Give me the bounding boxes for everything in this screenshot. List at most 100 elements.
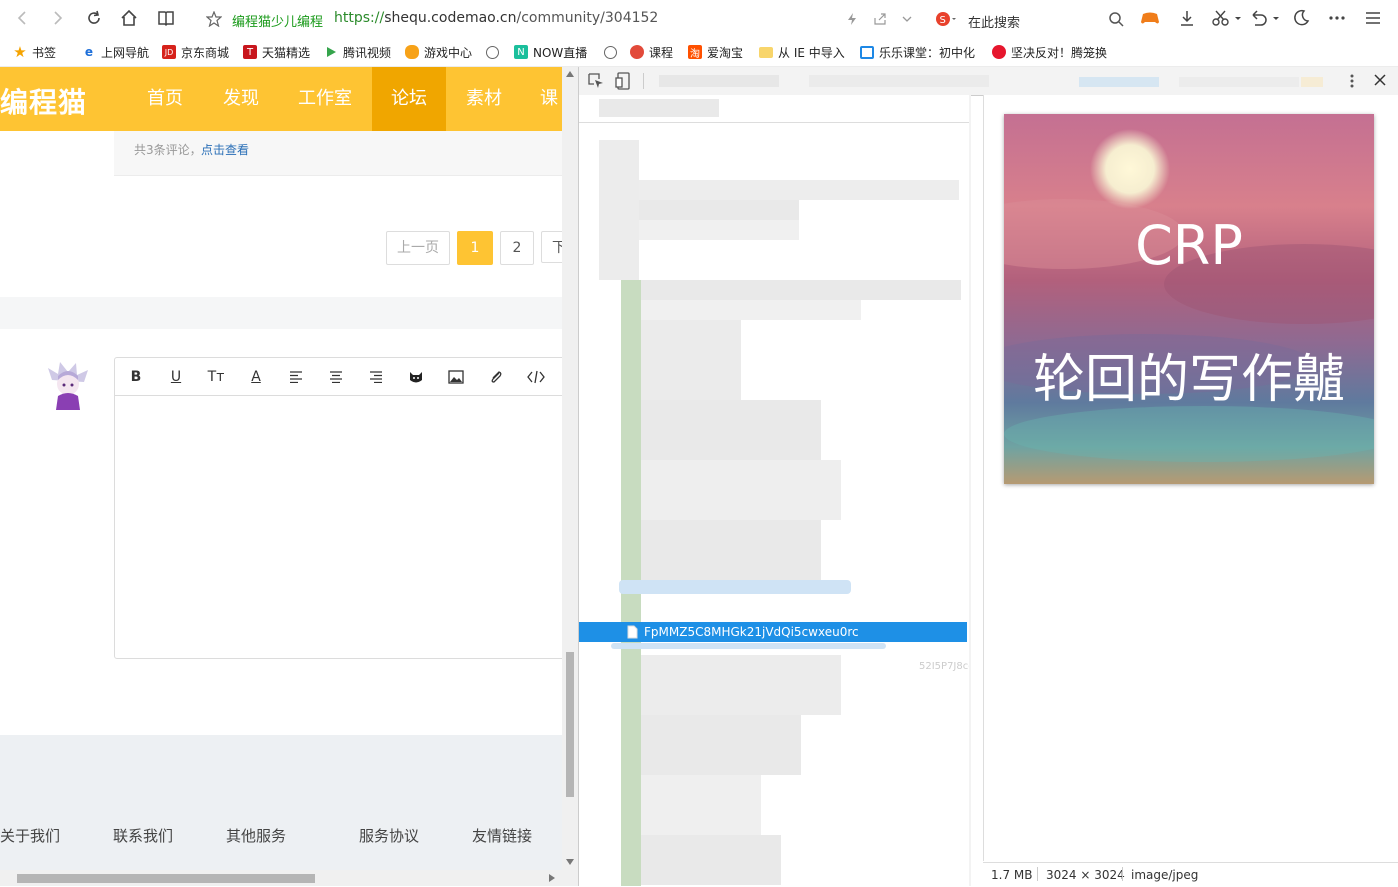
taobao-icon: 淘	[688, 45, 702, 60]
bookmark-item[interactable]: 坚决反对！腾笼换	[992, 43, 1107, 61]
attachment-icon[interactable]	[485, 366, 507, 388]
image-icon[interactable]	[445, 366, 467, 388]
tree-row[interactable]	[641, 835, 781, 885]
scrollbar-thumb[interactable]	[566, 652, 574, 797]
underline-button[interactable]: U	[165, 366, 187, 388]
site-logo[interactable]: 编程猫	[0, 81, 87, 121]
blurred-tab	[809, 75, 989, 87]
comment-editor[interactable]: B U Tт A	[114, 357, 562, 659]
tree-row[interactable]	[641, 775, 761, 835]
footer-friend-links[interactable]: 友情链接	[472, 825, 532, 846]
preview-status-bar: 1.7 MB 3024 × 3024 image/jpeg	[983, 862, 1398, 887]
bookmark-item[interactable]: 课程	[630, 43, 673, 61]
download-icon[interactable]	[1175, 6, 1199, 30]
sogou-icon[interactable]: S	[934, 7, 958, 31]
footer-about-link[interactable]: 关于我们	[0, 825, 60, 846]
bookmark-item[interactable]: JD 京东商城	[162, 43, 229, 61]
bold-button[interactable]: B	[125, 366, 147, 388]
nav-forum[interactable]: 论坛	[372, 67, 446, 131]
star-icon[interactable]	[202, 7, 226, 31]
avatar[interactable]	[44, 360, 92, 410]
code-icon[interactable]	[525, 366, 547, 388]
tree-row-highlight	[611, 643, 886, 649]
gamepad-icon	[405, 45, 419, 59]
footer-terms-link[interactable]: 服务协议	[359, 825, 419, 846]
emoji-cat-icon[interactable]	[405, 366, 427, 388]
back-icon[interactable]	[10, 6, 34, 30]
tree-row[interactable]	[641, 280, 961, 300]
prev-page-button[interactable]: 上一页	[386, 231, 450, 265]
tree-row[interactable]	[639, 180, 959, 200]
share-icon[interactable]	[868, 7, 892, 31]
search-icon[interactable]	[1104, 7, 1128, 31]
tree-row[interactable]	[639, 200, 799, 220]
page-scrollbar[interactable]	[562, 67, 578, 870]
align-left-icon[interactable]	[285, 366, 307, 388]
selected-file-name: FpMMZ5C8MHGk21jVdQi5cwxeu0rc	[644, 625, 859, 639]
inspect-element-icon[interactable]	[588, 73, 604, 89]
tree-row[interactable]	[641, 320, 741, 400]
nav-courses[interactable]: 课	[528, 67, 562, 131]
selected-file-row[interactable]: FpMMZ5C8MHGk21jVdQi5cwxeu0rc	[579, 622, 967, 642]
reader-icon[interactable]	[154, 6, 178, 30]
tree-row[interactable]	[599, 99, 719, 117]
tree-row[interactable]	[641, 655, 841, 715]
address-bar[interactable]: 编程猫少儿编程 https://shequ.codemao.cn/communi…	[198, 4, 922, 34]
bookmark-item[interactable]	[604, 43, 622, 61]
nav-discover[interactable]: 发现	[206, 67, 276, 131]
undo-icon[interactable]	[1248, 6, 1280, 30]
bookmark-item[interactable]: 乐乐课堂：初中化	[860, 43, 975, 61]
bookmark-item[interactable]: 腾讯视频	[324, 43, 391, 61]
tree-scrollbar[interactable]	[969, 95, 971, 886]
bookmark-item[interactable]	[486, 43, 504, 61]
bookmark-item[interactable]: ★ 书签	[13, 43, 56, 61]
tree-row[interactable]	[641, 300, 861, 320]
close-icon[interactable]	[1373, 73, 1387, 87]
chevron-down-icon[interactable]	[895, 7, 919, 31]
menu-icon[interactable]	[1361, 6, 1385, 30]
bookmark-item[interactable]: N NOW直播	[514, 43, 587, 61]
page-2-button[interactable]: 2	[500, 231, 534, 265]
tree-row[interactable]	[641, 715, 801, 775]
h-scrollbar-thumb[interactable]	[17, 874, 315, 883]
view-comments-link[interactable]: 点击查看	[201, 141, 249, 158]
bookmark-item[interactable]: e 上网导航	[82, 43, 149, 61]
bookmark-item[interactable]: 从 IE 中导入	[759, 43, 845, 61]
tree-row[interactable]	[639, 220, 799, 240]
font-color-button[interactable]: A	[245, 366, 267, 388]
jd-icon: JD	[162, 45, 176, 59]
tree-row[interactable]	[641, 460, 841, 520]
preview-image[interactable]: CRP 轮回的写作齇	[1004, 114, 1374, 484]
url-text[interactable]: https://shequ.codemao.cn/community/30415…	[334, 10, 658, 26]
footer-contact-link[interactable]: 联系我们	[113, 825, 173, 846]
search-box[interactable]: S 在此搜索	[932, 4, 1128, 34]
next-page-button[interactable]: 下	[541, 231, 562, 263]
font-size-button[interactable]: Tт	[205, 366, 227, 388]
bookmark-item[interactable]: 淘爱淘宝	[688, 43, 743, 61]
home-icon[interactable]	[117, 6, 141, 30]
align-right-icon[interactable]	[365, 366, 387, 388]
game-icon[interactable]	[1138, 6, 1162, 30]
nav-materials[interactable]: 素材	[450, 67, 518, 131]
tree-row[interactable]	[641, 400, 821, 460]
page-1-button[interactable]: 1	[457, 231, 493, 265]
night-mode-icon[interactable]	[1289, 6, 1313, 30]
more-icon[interactable]	[1325, 6, 1349, 30]
forward-icon[interactable]	[46, 6, 70, 30]
devtools-toolbar	[579, 67, 1398, 96]
bookmark-item[interactable]: 游戏中心	[405, 43, 472, 61]
kebab-menu-icon[interactable]	[1349, 73, 1355, 89]
nav-studio[interactable]: 工作室	[286, 67, 364, 131]
search-input[interactable]: 在此搜索	[968, 12, 1020, 31]
footer-services-link[interactable]: 其他服务	[226, 825, 286, 846]
align-center-icon[interactable]	[325, 366, 347, 388]
lightning-icon[interactable]	[840, 7, 864, 31]
device-toolbar-icon[interactable]	[615, 72, 631, 90]
bookmark-item[interactable]: T 天猫精选	[243, 43, 310, 61]
page-h-scrollbar[interactable]	[0, 870, 578, 886]
scissors-icon[interactable]	[1210, 6, 1242, 30]
tree-row[interactable]	[599, 140, 639, 280]
reload-icon[interactable]	[82, 6, 106, 30]
nav-home[interactable]: 首页	[130, 67, 200, 131]
svg-text:S: S	[940, 15, 946, 26]
